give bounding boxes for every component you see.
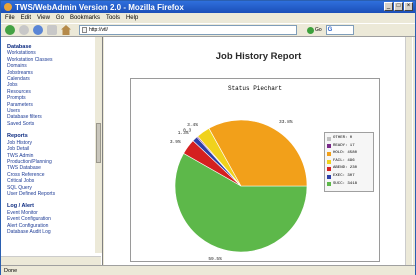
legend-entry: ABEND: 230 xyxy=(327,165,371,173)
back-arrow-icon[interactable] xyxy=(5,25,15,35)
menu-help[interactable]: Help xyxy=(126,15,138,21)
stop-icon[interactable] xyxy=(47,25,57,35)
window-controls: _ □ × xyxy=(384,2,413,11)
sidebar-scroll-thumb[interactable] xyxy=(96,123,101,164)
sidebar-link[interactable]: Database Audit Log xyxy=(7,229,102,235)
menu-file[interactable]: File xyxy=(5,15,15,21)
go-button[interactable]: Go xyxy=(307,26,322,34)
browser-window: TWS/WebAdmin Version 2.0 - Mozilla Firef… xyxy=(0,0,416,275)
page-icon xyxy=(82,27,87,33)
address-bar[interactable]: http://vtl/ xyxy=(79,25,297,35)
reload-icon[interactable] xyxy=(33,25,43,35)
main-frame: Job History Report Status Piechart 59.5%… xyxy=(104,37,413,265)
legend-entry: READY: 17 xyxy=(327,143,371,151)
legend-swatch xyxy=(327,136,331,141)
sidebar-vertical-scrollbar[interactable] xyxy=(95,37,102,253)
legend-swatch xyxy=(327,167,331,172)
legend-entry: EXEC: 307 xyxy=(327,173,371,181)
main-vertical-scrollbar[interactable] xyxy=(405,37,412,265)
go-arrow-icon xyxy=(307,26,314,34)
legend-entry: OTHER: 0 xyxy=(327,135,371,143)
legend-swatch xyxy=(327,144,331,149)
legend-swatch xyxy=(327,151,331,156)
close-button[interactable]: × xyxy=(404,2,413,11)
pie-label-succ: 59.5% xyxy=(208,256,222,261)
legend-label: FAIL: 496 xyxy=(333,158,355,163)
menu-tools[interactable]: Tools xyxy=(106,15,120,21)
search-input[interactable]: G xyxy=(325,25,354,35)
status-text: Done xyxy=(4,267,18,274)
legend-label: SUCC: 3418 xyxy=(333,181,358,186)
pie-label-ready: 0.3 xyxy=(183,127,191,133)
menu-go[interactable]: Go xyxy=(56,15,64,21)
legend-entry: SUCC: 3418 xyxy=(327,181,371,189)
chart-legend: OTHER: 0 READY: 17 HOLD: 4580 FAIL: 496 ABEN… xyxy=(324,132,374,192)
pie-label-hold: 33.8% xyxy=(279,119,293,125)
google-search-icon: G xyxy=(327,27,333,33)
pie-label-fail: 3.4% xyxy=(187,122,198,128)
sidebar-horizontal-scrollbar[interactable] xyxy=(1,256,101,265)
legend-entry: HOLD: 4580 xyxy=(327,150,371,158)
minimize-button[interactable]: _ xyxy=(384,2,393,11)
legend-swatch xyxy=(327,174,331,179)
home-icon[interactable] xyxy=(61,25,71,35)
menu-view[interactable]: View xyxy=(37,15,50,21)
legend-swatch xyxy=(327,159,331,164)
status-piechart: Status Piechart 59.5% 3.9% 1.3% 0.3 3.4% 33.8… xyxy=(130,78,380,262)
menu-bookmarks[interactable]: Bookmarks xyxy=(70,15,100,21)
menu-bar: File Edit View Go Bookmarks Tools Help xyxy=(1,13,415,23)
maximize-button[interactable]: □ xyxy=(394,2,403,11)
legend-swatch xyxy=(327,182,331,187)
legend-label: OTHER: 0 xyxy=(333,136,353,140)
legend-label: ABEND: 230 xyxy=(333,166,358,171)
sidebar-frame: Database Workstations Workstation Classes D… xyxy=(1,37,103,265)
window-title: TWS/WebAdmin Version 2.0 - Mozilla Firef… xyxy=(15,2,184,12)
title-bar: TWS/WebAdmin Version 2.0 - Mozilla Firef… xyxy=(1,1,415,13)
legend-entry: FAIL: 496 xyxy=(327,158,371,166)
firefox-icon xyxy=(4,3,12,11)
status-bar: Done xyxy=(1,265,415,275)
legend-label: EXEC: 307 xyxy=(333,173,355,178)
page-title: Job History Report xyxy=(215,51,302,62)
navigation-toolbar: http://vtl/ Go G xyxy=(1,23,415,37)
address-text: http://vtl/ xyxy=(89,27,108,33)
forward-arrow-icon[interactable] xyxy=(19,25,29,35)
sidebar-menu: Database Workstations Workstation Classes D… xyxy=(1,37,102,235)
pie-label-abend: 3.9% xyxy=(170,139,181,145)
legend-label: READY: 17 xyxy=(333,143,355,148)
legend-label: HOLD: 4580 xyxy=(333,151,358,156)
menu-edit[interactable]: Edit xyxy=(21,15,31,21)
go-label: Go xyxy=(315,27,322,33)
